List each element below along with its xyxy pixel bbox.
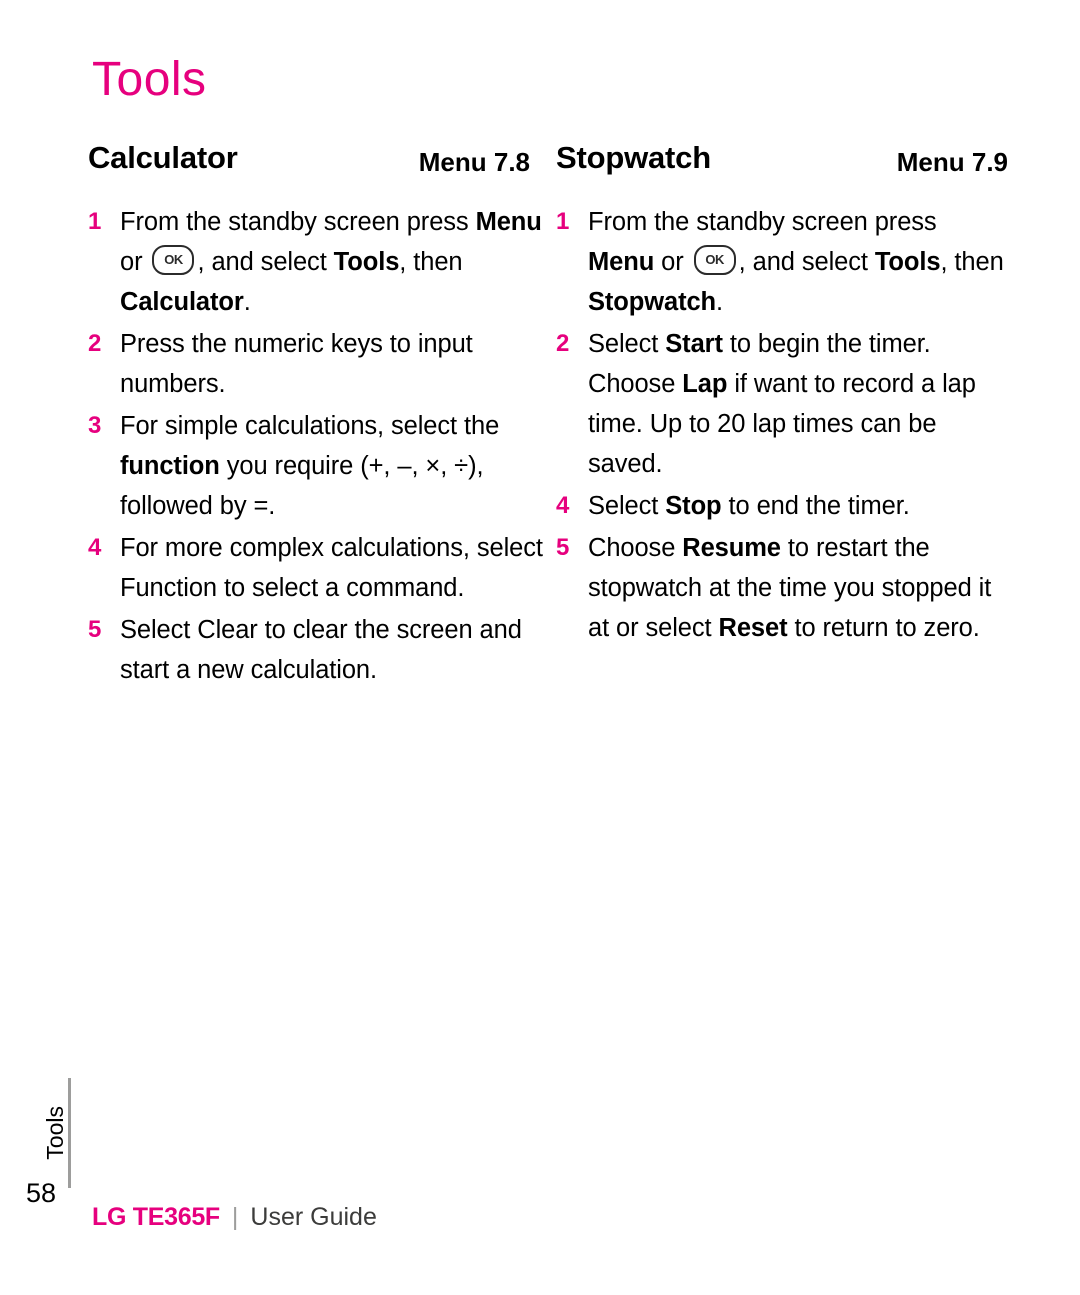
emphasis-text: Tools	[874, 248, 941, 276]
step-number: 1	[88, 208, 102, 235]
footer-brand: LG TE365F	[92, 1203, 220, 1231]
emphasis-text: Calculator	[120, 288, 244, 316]
section-menu-number: Menu 7.8	[418, 147, 530, 177]
page-number: 58	[26, 1178, 57, 1208]
page-footer: LG TE365F | User Guide	[92, 1203, 377, 1232]
step-item: 4 For more complex calculations, select F…	[88, 528, 548, 608]
footer-separator: |	[231, 1203, 239, 1231]
step-number: 4	[88, 534, 102, 561]
step-text: Select Clear to clear the screen and sta…	[120, 616, 522, 684]
side-chapter-label: Tools	[42, 1106, 68, 1160]
emphasis-text: Tools	[333, 248, 400, 276]
section-header-stopwatch: Stopwatch Menu 7.9	[556, 140, 1008, 180]
page-title: Tools	[92, 53, 207, 106]
section-title: Calculator	[88, 140, 238, 175]
step-item: 1 From the standby screen press Menu or ,…	[556, 202, 1008, 322]
step-text: Select Stop to end the timer.	[588, 492, 910, 520]
step-item: 2 Select Start to begin the timer. Choose…	[556, 324, 1008, 484]
emphasis-text: Stopwatch	[588, 288, 717, 316]
step-item: 5 Select Clear to clear the screen and st…	[88, 610, 548, 690]
step-number: 2	[88, 330, 102, 357]
step-number: 3	[88, 412, 102, 439]
step-text: From the standby screen press Menu or , …	[588, 208, 1004, 316]
step-text: For more complex calculations, select Fu…	[120, 534, 543, 602]
section-title: Stopwatch	[556, 140, 711, 175]
emphasis-text: function	[120, 452, 220, 480]
content-columns: Calculator Menu 7.8 1 From the standby sc…	[88, 140, 1008, 692]
step-text: From the standby screen press Menu or , …	[120, 208, 542, 316]
step-text: For simple calculations, select the func…	[120, 412, 500, 520]
section-menu-number: Menu 7.9	[896, 147, 1008, 177]
step-number: 4	[556, 492, 570, 519]
document-page: Tools Calculator Menu 7.8 1 From the stan…	[0, 0, 1080, 1295]
emphasis-text: Menu	[475, 208, 542, 236]
step-text: Select Start to begin the timer. Choose …	[588, 330, 976, 478]
step-item: 4 Select Stop to end the timer.	[556, 486, 1008, 526]
step-item: 3 For simple calculations, select the fun…	[88, 406, 548, 526]
step-number: 5	[88, 616, 102, 643]
step-text: Choose Resume to restart the stopwatch a…	[588, 534, 992, 642]
step-number: 5	[556, 534, 570, 561]
emphasis-text: Lap	[682, 370, 728, 398]
step-item: 1 From the standby screen press Menu or ,…	[88, 202, 548, 322]
emphasis-text: Reset	[718, 614, 788, 642]
step-text: Press the numeric keys to input numbers.	[120, 330, 473, 398]
section-stopwatch: Stopwatch Menu 7.9 1 From the standby scr…	[548, 140, 1008, 692]
emphasis-text: Start	[665, 330, 723, 358]
step-item: 5 Choose Resume to restart the stopwatch …	[556, 528, 1008, 648]
step-number: 1	[556, 208, 570, 235]
step-list-calculator: 1 From the standby screen press Menu or ,…	[88, 202, 548, 690]
step-list-stopwatch: 1 From the standby screen press Menu or ,…	[556, 202, 1008, 648]
emphasis-text: Resume	[682, 534, 781, 562]
ok-key-icon	[693, 245, 736, 275]
step-number: 2	[556, 330, 570, 357]
side-chapter-tab: Tools	[38, 1078, 71, 1188]
emphasis-text: Menu	[588, 248, 655, 276]
emphasis-text: Stop	[665, 492, 722, 520]
section-header-calculator: Calculator Menu 7.8	[88, 140, 548, 180]
footer-guide-label: User Guide	[250, 1203, 377, 1231]
step-item: 2 Press the numeric keys to input numbers…	[88, 324, 548, 404]
ok-key-icon	[152, 245, 195, 275]
section-calculator: Calculator Menu 7.8 1 From the standby sc…	[88, 140, 548, 692]
